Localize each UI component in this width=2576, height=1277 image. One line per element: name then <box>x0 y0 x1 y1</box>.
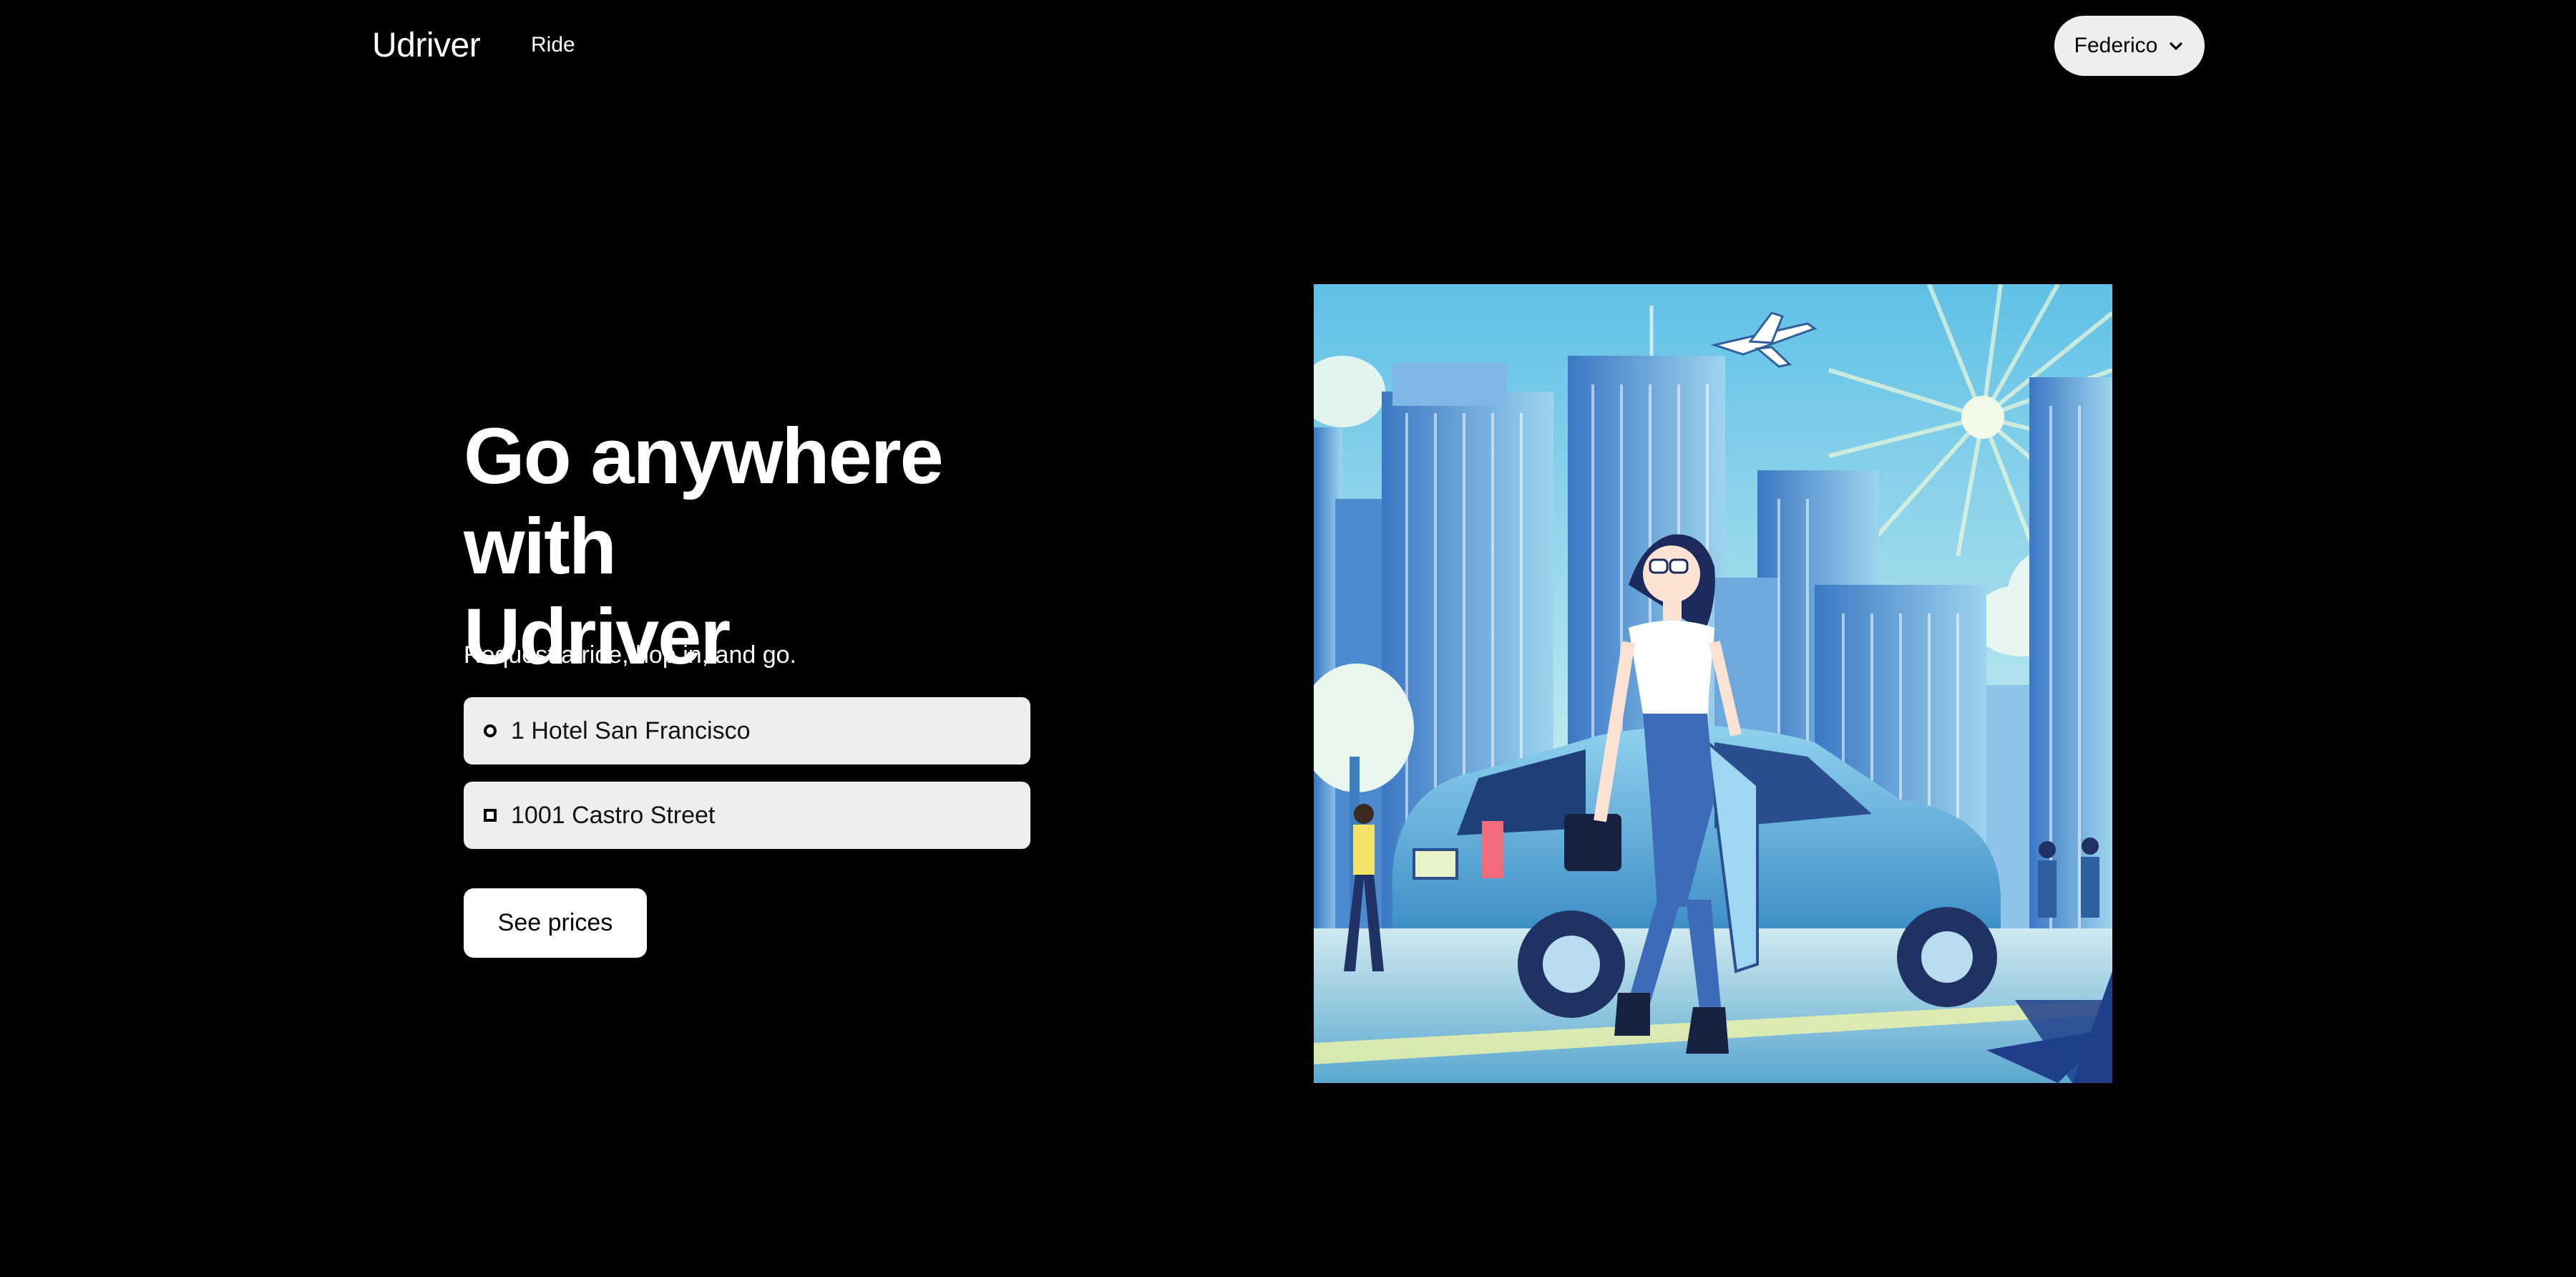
hero-headline-line-1: Go anywhere with <box>464 412 944 591</box>
dropoff-square-icon <box>484 809 497 822</box>
pickup-location-field[interactable]: 1 Hotel San Francisco <box>464 697 1030 764</box>
chevron-down-icon <box>2170 42 2182 50</box>
top-navigation-bar: Udriver Ride Federico <box>0 0 2576 92</box>
hero-subheading: Request a ride, hop in, and go. <box>464 641 796 669</box>
user-name: Federico <box>2074 34 2158 57</box>
hero-illustration <box>1314 284 2112 1083</box>
brand-logo[interactable]: Udriver <box>372 26 481 65</box>
dropoff-location-value: 1001 Castro Street <box>511 801 716 829</box>
city-ride-illustration <box>1314 284 2112 1083</box>
nav-item-ride[interactable]: Ride <box>531 33 575 57</box>
dropoff-location-field[interactable]: 1001 Castro Street <box>464 782 1030 849</box>
see-prices-button[interactable]: See prices <box>464 888 647 958</box>
user-menu-button[interactable]: Federico <box>2054 16 2205 76</box>
pickup-location-value: 1 Hotel San Francisco <box>511 717 751 744</box>
pickup-circle-icon <box>484 724 497 737</box>
